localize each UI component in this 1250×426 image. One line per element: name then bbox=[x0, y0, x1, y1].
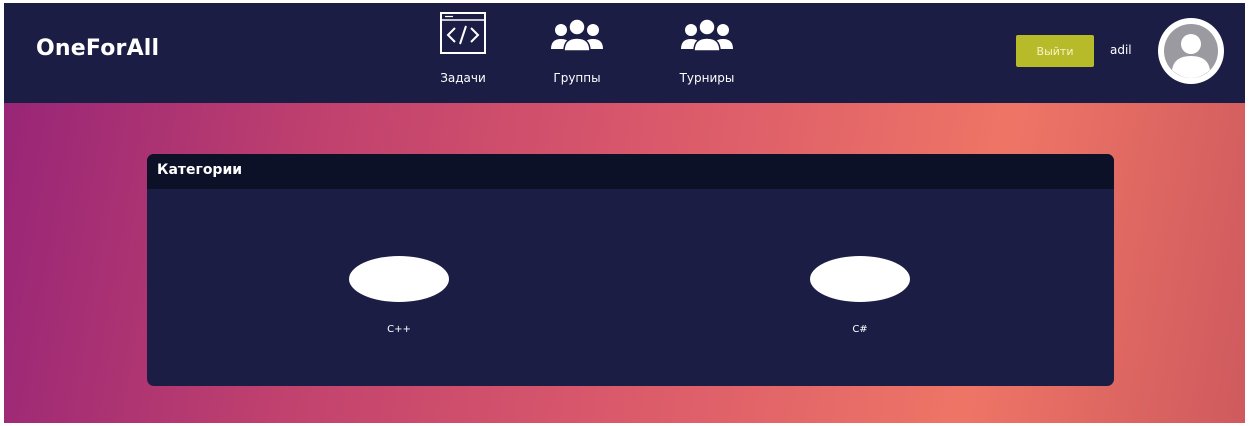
nav-item-tournaments[interactable]: Турниры bbox=[662, 11, 752, 99]
nav-label-tournaments: Турниры bbox=[679, 71, 735, 85]
categories-card: Категории C++ C# bbox=[147, 154, 1114, 386]
group-icon bbox=[551, 18, 603, 52]
card-title: Категории bbox=[157, 162, 243, 178]
nav-item-groups[interactable]: Группы bbox=[532, 11, 622, 99]
main-content: Категории C++ C# bbox=[4, 103, 1245, 423]
category-image bbox=[810, 256, 910, 302]
nav-item-tasks[interactable]: Задачи bbox=[418, 11, 508, 99]
category-image bbox=[349, 256, 449, 302]
category-label: C++ bbox=[387, 324, 411, 335]
code-window-icon bbox=[440, 12, 486, 54]
username: adil bbox=[1110, 43, 1132, 57]
nav-label-tasks: Задачи bbox=[440, 71, 486, 85]
category-item-cpp[interactable]: C++ bbox=[344, 256, 454, 335]
group-icon bbox=[681, 18, 733, 52]
nav-label-groups: Группы bbox=[553, 71, 601, 85]
top-navbar: OneForAll Задачи Группы Турниры Выйти ad… bbox=[4, 3, 1245, 103]
category-label: C# bbox=[852, 324, 868, 335]
card-header: Категории bbox=[147, 154, 1114, 189]
category-item-csharp[interactable]: C# bbox=[805, 256, 915, 335]
user-avatar-icon[interactable] bbox=[1156, 16, 1226, 86]
logout-button[interactable]: Выйти bbox=[1016, 35, 1094, 67]
brand-logo[interactable]: OneForAll bbox=[36, 36, 159, 61]
page: OneForAll Задачи Группы Турниры Выйти ad… bbox=[4, 3, 1245, 423]
